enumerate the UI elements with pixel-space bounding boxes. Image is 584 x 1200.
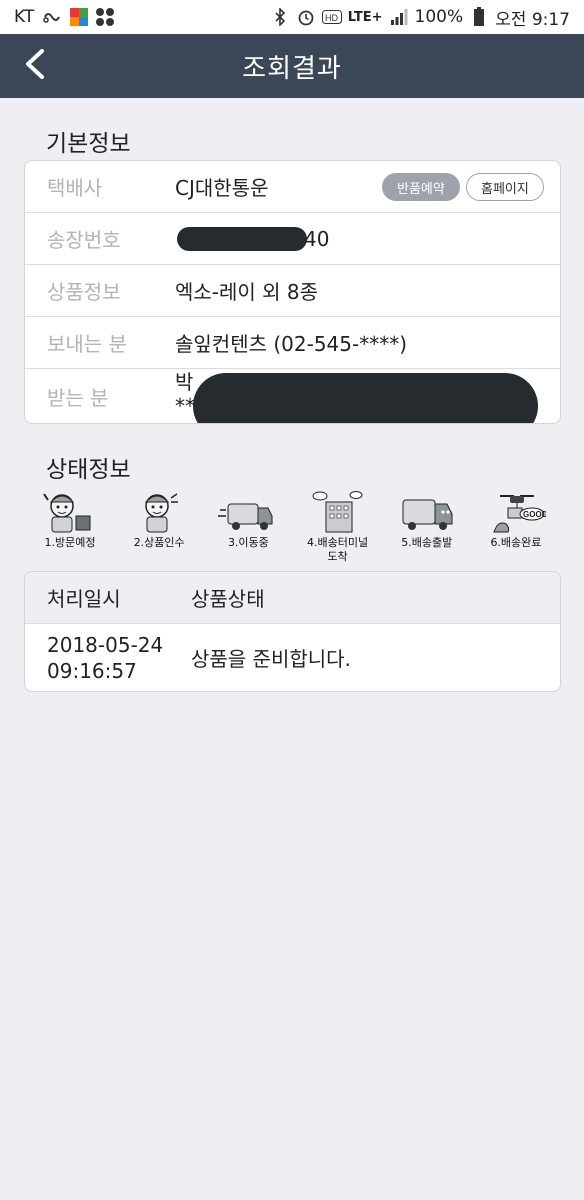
terminal-building-icon bbox=[308, 490, 368, 534]
delivery-truck-icon bbox=[397, 490, 457, 534]
bluetooth-icon bbox=[270, 7, 290, 27]
app-header: 조회결과 bbox=[0, 34, 584, 98]
home-launcher-icon bbox=[70, 8, 89, 26]
redacted-invoice-number bbox=[177, 227, 307, 251]
redacted-recipient-info bbox=[193, 373, 538, 423]
battery-icon bbox=[469, 7, 489, 27]
apps-icon bbox=[96, 8, 115, 26]
courier-visit-icon bbox=[40, 490, 100, 534]
step-label: 4.배송터미널 도착 bbox=[307, 536, 369, 563]
basic-info-card: 택배사 CJ대한통운 반품예약 홈페이지 송장번호 40 상품정보 엑소-레이 … bbox=[24, 160, 561, 424]
courier-row: 택배사 CJ대한통운 반품예약 홈페이지 bbox=[25, 161, 560, 213]
sender-label: 보내는 분 bbox=[47, 332, 127, 356]
courier-pickup-icon bbox=[129, 490, 189, 534]
carrier-label: KT bbox=[14, 7, 35, 27]
sender-row: 보내는 분 솔잎컨텐츠 (02-545-****) bbox=[25, 317, 560, 369]
step-label: 1.방문예정 bbox=[44, 536, 96, 549]
network-type: LTE+ bbox=[347, 9, 383, 25]
truck-moving-icon bbox=[218, 490, 278, 534]
step-visit-scheduled: 1.방문예정 bbox=[28, 490, 112, 566]
status-bar: KT HD LTE+ 100% 오전 9:17 bbox=[0, 0, 584, 34]
clock: 오전 9:17 bbox=[495, 9, 570, 30]
step-in-transit: 3.이동중 bbox=[206, 490, 290, 566]
signal-icon bbox=[389, 7, 409, 27]
basic-info-title: 기본정보 bbox=[46, 131, 131, 157]
column-header-datetime: 처리일시 bbox=[47, 587, 121, 611]
invoice-value-suffix: 40 bbox=[304, 226, 330, 251]
drone-good-icon: GOOD bbox=[486, 490, 548, 534]
recipient-phone: ** bbox=[175, 394, 195, 418]
step-out-for-delivery: 5.배송출발 bbox=[385, 490, 469, 566]
row-time: 09:16:57 bbox=[47, 658, 137, 683]
step-delivered: GOOD 6.배송완료 bbox=[474, 490, 558, 566]
status-history-table: 처리일시 상품상태 2018-05-24 09:16:57 상품을 준비합니다. bbox=[24, 571, 561, 692]
step-pickup: 2.상품인수 bbox=[117, 490, 201, 566]
step-label: 6.배송완료 bbox=[490, 536, 542, 549]
svg-text:GOOD: GOOD bbox=[523, 510, 546, 519]
step-label: 3.이동중 bbox=[227, 536, 269, 549]
link-icon bbox=[42, 7, 62, 27]
alarm-icon bbox=[296, 7, 316, 27]
homepage-button[interactable]: 홈페이지 bbox=[466, 173, 544, 201]
table-header: 처리일시 상품상태 bbox=[25, 572, 560, 624]
row-status: 상품을 준비합니다. bbox=[191, 647, 351, 671]
return-reservation-button[interactable]: 반품예약 bbox=[382, 173, 460, 201]
invoice-label: 송장번호 bbox=[47, 228, 121, 252]
hd-voice-icon: HD bbox=[321, 7, 342, 27]
invoice-row: 송장번호 40 bbox=[25, 213, 560, 265]
product-value: 엑소-레이 외 8종 bbox=[175, 280, 319, 304]
battery-percent: 100% bbox=[414, 7, 464, 27]
row-date: 2018-05-24 bbox=[47, 632, 164, 657]
courier-label: 택배사 bbox=[47, 176, 103, 200]
recipient-row: 받는 분 박 ** bbox=[25, 369, 560, 423]
column-header-status: 상품상태 bbox=[191, 587, 265, 611]
recipient-label: 받는 분 bbox=[47, 385, 109, 410]
product-row: 상품정보 엑소-레이 외 8종 bbox=[25, 265, 560, 317]
step-label: 2.상품인수 bbox=[133, 536, 185, 549]
status-info-title: 상태정보 bbox=[46, 457, 131, 483]
chevron-left-icon bbox=[23, 48, 45, 84]
courier-value: CJ대한통운 bbox=[175, 176, 269, 200]
recipient-name: 박 bbox=[175, 370, 194, 394]
back-button[interactable] bbox=[12, 44, 56, 88]
page-title: 조회결과 bbox=[242, 53, 342, 84]
row-datetime: 2018-05-24 09:16:57 bbox=[25, 632, 191, 684]
svg-text:HD: HD bbox=[325, 13, 338, 23]
sender-value: 솔잎컨텐츠 (02-545-****) bbox=[175, 332, 408, 356]
step-terminal-arrival: 4.배송터미널 도착 bbox=[296, 490, 380, 566]
product-label: 상품정보 bbox=[47, 280, 121, 304]
step-label: 5.배송출발 bbox=[401, 536, 453, 549]
table-row: 2018-05-24 09:16:57 상품을 준비합니다. bbox=[25, 624, 560, 691]
delivery-steps: 1.방문예정 2.상품인수 3.이동중 4.배송터미널 도착 5.배송출발 GO… bbox=[28, 490, 558, 566]
